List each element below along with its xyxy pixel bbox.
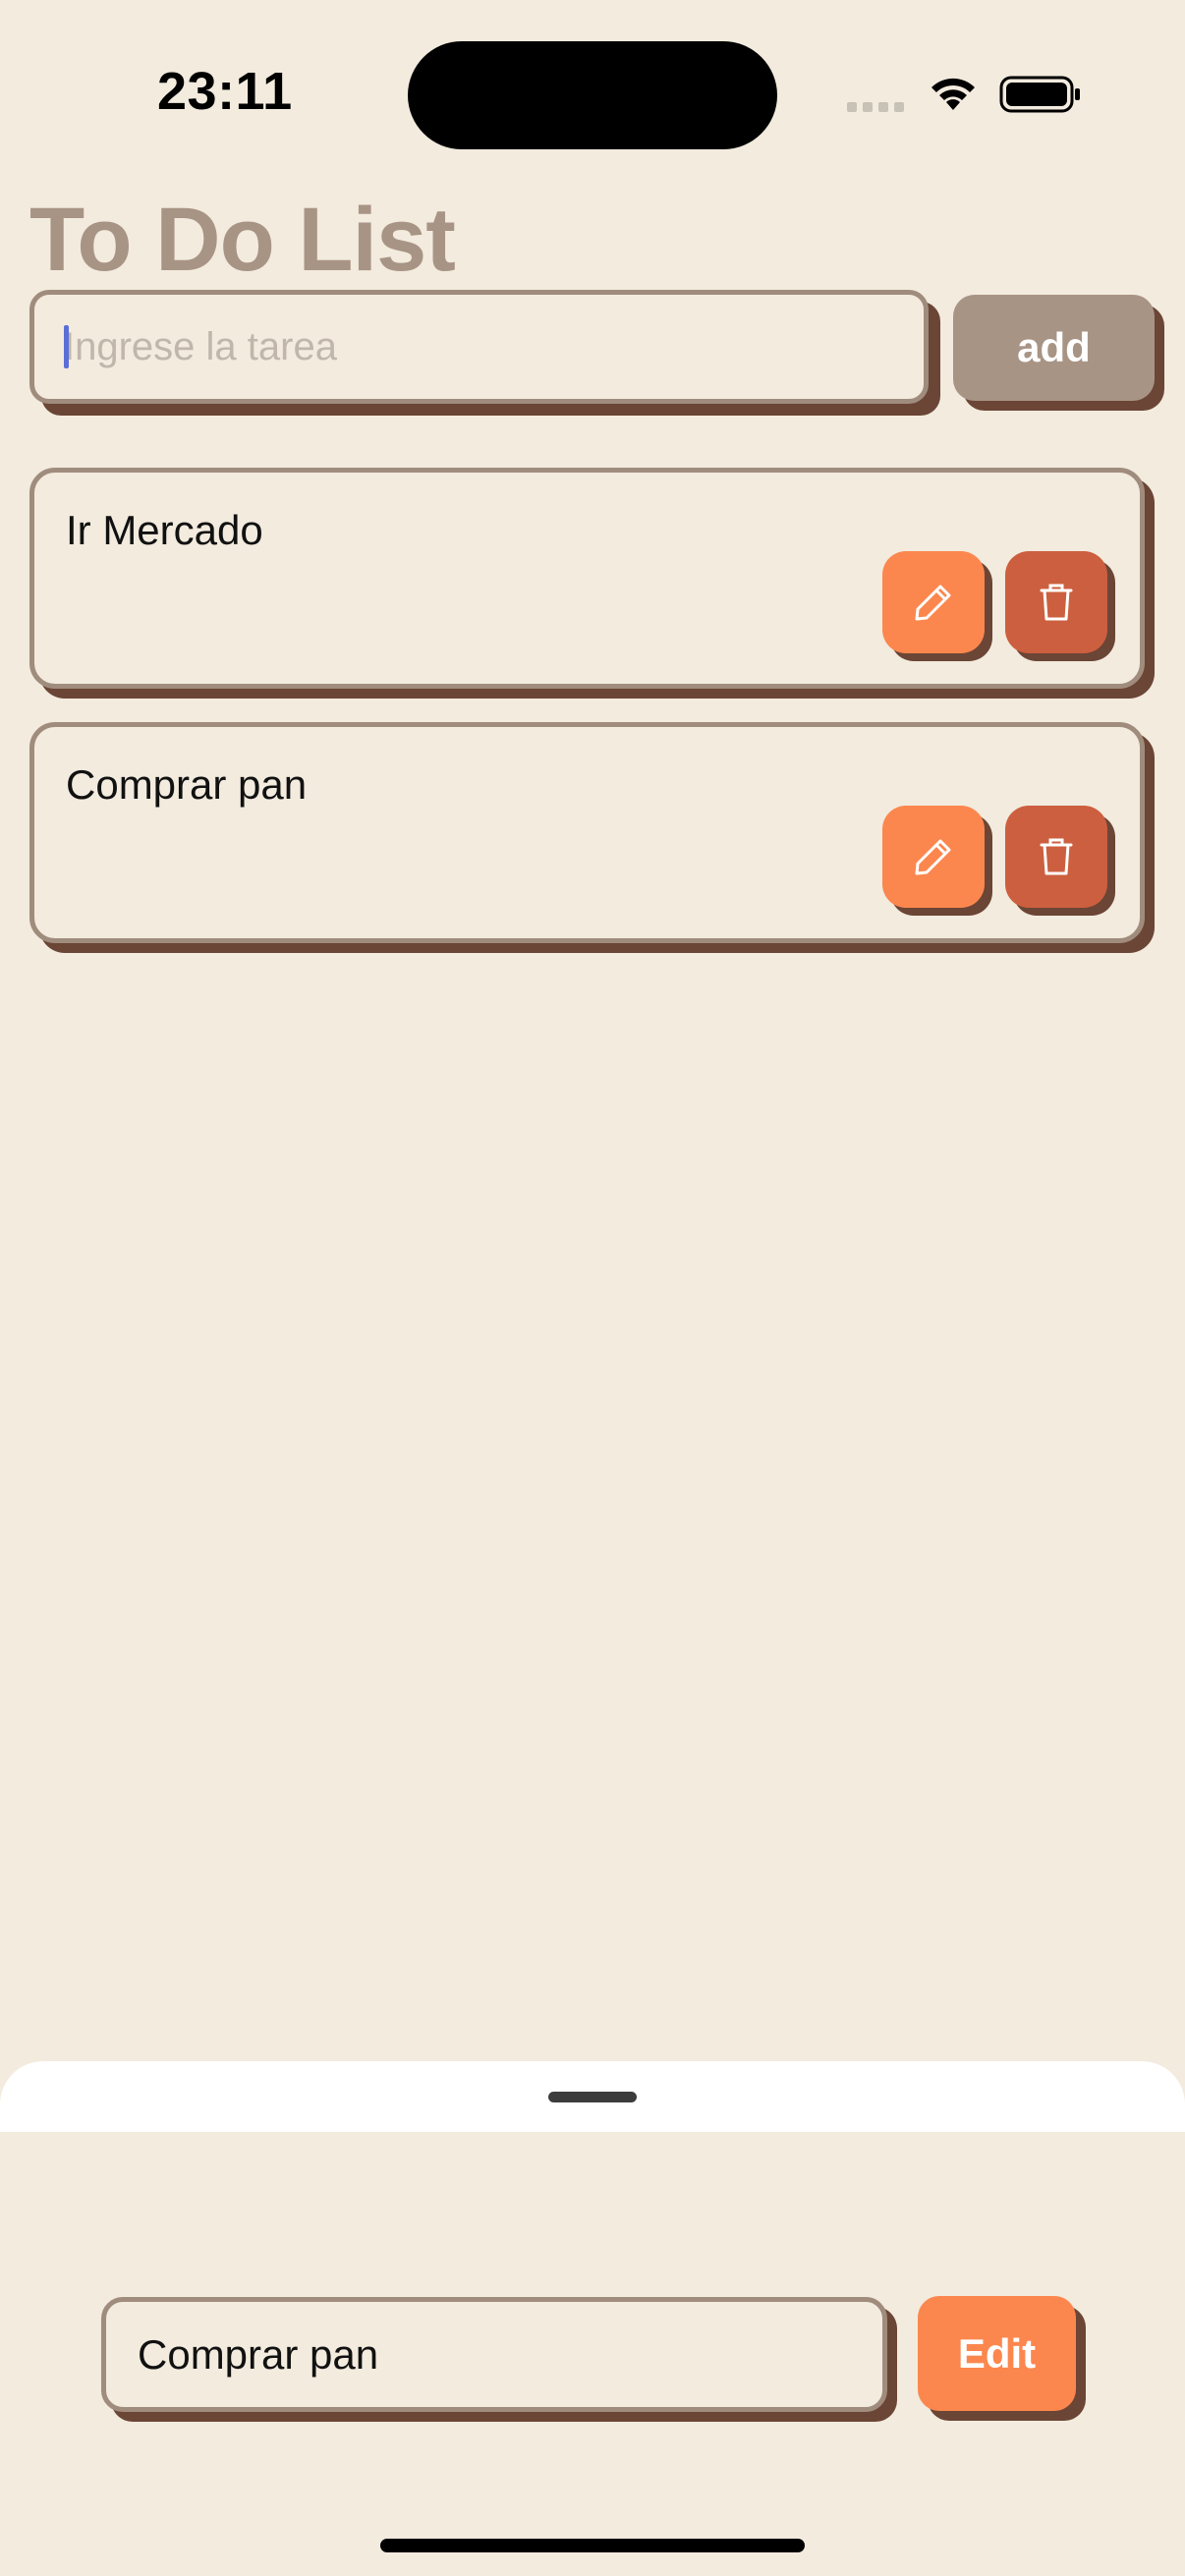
task-input[interactable] bbox=[29, 290, 929, 404]
edit-task-button[interactable] bbox=[882, 551, 985, 653]
dynamic-island bbox=[408, 41, 777, 149]
page-title: To Do List bbox=[29, 190, 456, 290]
battery-icon bbox=[999, 76, 1080, 113]
add-button[interactable]: add bbox=[953, 295, 1155, 401]
trash-icon bbox=[1040, 584, 1073, 621]
home-indicator[interactable] bbox=[380, 2539, 805, 2552]
wifi-icon bbox=[931, 78, 975, 110]
edit-task-button[interactable] bbox=[882, 806, 985, 908]
task-text: Ir Mercado bbox=[66, 507, 263, 553]
trash-icon bbox=[1040, 838, 1073, 875]
task-text: Comprar pan bbox=[66, 761, 308, 808]
task-card: Comprar pan bbox=[29, 722, 1145, 943]
cellular-signal-icon bbox=[847, 102, 904, 112]
edit-confirm-button[interactable]: Edit bbox=[918, 2296, 1076, 2411]
pencil-icon bbox=[915, 585, 951, 621]
pencil-icon bbox=[915, 839, 951, 875]
sheet-drag-handle[interactable] bbox=[548, 2092, 637, 2102]
delete-task-button[interactable] bbox=[1005, 551, 1107, 653]
task-card: Ir Mercado bbox=[29, 468, 1145, 689]
status-time: 23:11 bbox=[157, 62, 293, 121]
app-screen: 23:11 To Do List add Ir Mercado bbox=[0, 0, 1185, 2576]
text-caret bbox=[64, 325, 69, 368]
delete-task-button[interactable] bbox=[1005, 806, 1107, 908]
edit-task-input[interactable] bbox=[101, 2297, 887, 2412]
status-icons bbox=[847, 69, 1083, 118]
